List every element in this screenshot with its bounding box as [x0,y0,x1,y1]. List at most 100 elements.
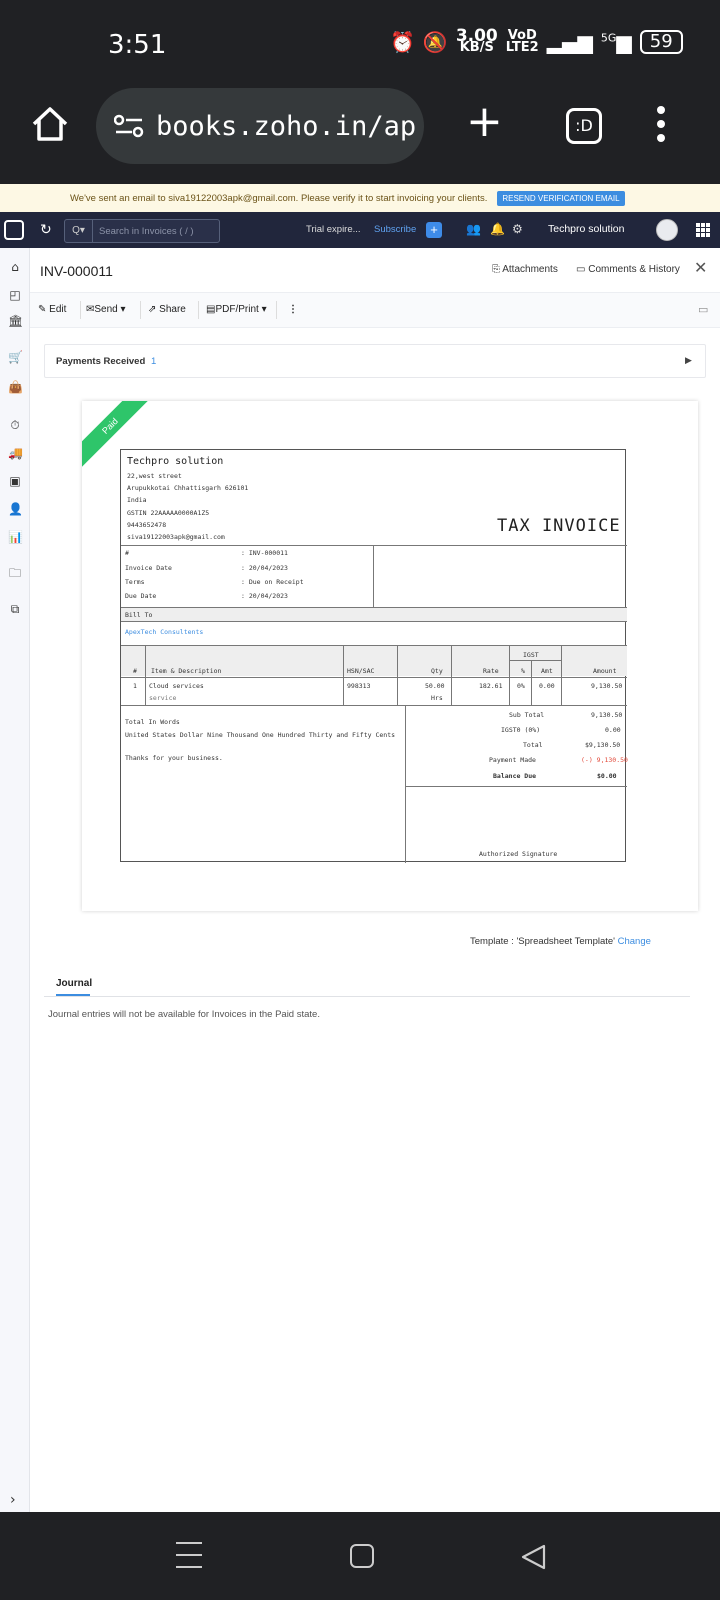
col-header-igst: IGST [523,651,539,659]
edit-button[interactable]: ✎ Edit [38,304,66,315]
total-value: $9,130.50 [585,741,621,749]
subtotal-value: 9,130.50 [591,711,623,719]
banking-nav-icon[interactable]: 🏛 [8,314,23,328]
meta-value: : 20/04/2023 [241,564,288,572]
apps-nav-icon[interactable]: ⧉ [8,602,22,616]
authorized-signature-label: Authorized Signature [479,850,558,858]
avatar[interactable] [656,219,678,241]
gst-filing-nav-icon[interactable]: ▣ [8,474,22,488]
page-title: INV-000011 [40,263,113,279]
invoice-detail-panel: INV-000011 ⎘ Attachments ▭ Comments & Hi… [30,248,720,1512]
mute-icon: 🔕 [422,30,448,54]
address-bar[interactable]: books.zoho.in/ap [96,88,424,164]
document-title: TAX INVOICE [497,516,621,536]
line-item-tax-pct: 0% [517,682,525,690]
back-icon[interactable] [520,1543,546,1571]
search-input[interactable]: Search in Invoices ( / ) [93,226,194,237]
status-icons: ⏰ 🔕 3.00 KB/S VoD LTE2 ▂▄▆ 5G▆ 59 [390,28,683,55]
tab-journal[interactable]: Journal [56,978,92,989]
payments-count-badge: 1 [151,356,157,367]
app-header: ↻ Q▾ Search in Invoices ( / ) Trial expi… [0,212,720,248]
line-item-tax-amt: 0.00 [539,682,555,690]
home-icon[interactable] [30,104,70,144]
igst-value: 0.00 [605,726,621,734]
company-country: India [127,496,147,504]
col-header-num: # [133,667,137,675]
documents-nav-icon[interactable]: 🗀 [8,566,22,580]
items-nav-icon[interactable]: ◰ [8,288,22,302]
line-item-unit: Hrs [431,694,443,702]
expand-sidebar-icon[interactable]: › [10,1492,16,1508]
time-tracking-nav-icon[interactable]: ⏱ [8,418,22,432]
subtotal-label: Sub Total [509,711,545,719]
col-header-rate: Rate [483,667,499,675]
customer-name[interactable]: ApexTech Consultents [125,628,203,636]
users-icon[interactable]: 👥 [466,222,481,236]
expand-arrow-icon[interactable]: ▶ [685,355,692,366]
quick-create-button[interactable]: + [426,222,442,238]
alarm-icon: ⏰ [390,30,415,54]
meta-label: Terms [125,578,145,586]
comments-history-button[interactable]: ▭ Comments & History [576,264,680,275]
verification-banner: We've sent an email to siva19122003apk@g… [0,184,720,212]
meta-value: : INV-000011 [241,549,288,557]
tab-switcher-icon[interactable]: :D [566,108,602,144]
battery-indicator: 59 [639,30,683,54]
zoho-books-logo-icon[interactable] [4,220,24,240]
company-email: siva19122003apk@gmail.com [127,533,225,541]
status-bar: 3:51 ⏰ 🔕 3.00 KB/S VoD LTE2 ▂▄▆ 5G▆ 59 [0,0,720,88]
close-icon[interactable]: ✕ [694,258,707,277]
payments-received-panel[interactable]: Payments Received 1 ▶ [44,344,706,378]
send-button[interactable]: ✉Send ▾ [86,304,126,315]
recent-activity-icon[interactable]: ↻ [40,221,52,238]
left-sidebar: ⌂ ◰ 🏛 🛒 👜 ⏱ 🚚 ▣ 👤 📊 🗀 ⧉ [0,248,30,1512]
sales-nav-icon[interactable]: 🛒 [8,350,23,364]
search-icon[interactable]: Q▾ [65,220,93,242]
col-header-qty: Qty [431,667,443,675]
change-template-link[interactable]: Change [618,936,651,947]
balance-due-label: Balance Due [493,772,537,780]
meta-label: Due Date [125,592,157,600]
home-nav-icon[interactable]: ⌂ [8,260,22,274]
recent-apps-icon[interactable] [176,1542,202,1568]
attachments-button[interactable]: ⎘ Attachments [492,264,558,275]
resend-verification-button[interactable]: RESEND VERIFICATION EMAIL [497,190,625,206]
browser-menu-icon[interactable] [656,106,666,142]
search-box[interactable]: Q▾ Search in Invoices ( / ) [64,219,220,243]
payments-received-label: Payments Received [56,356,146,367]
tab-divider [44,996,690,997]
reports-nav-icon[interactable]: 📊 [8,530,23,544]
eway-bills-nav-icon[interactable]: 🚚 [8,446,23,460]
line-item-num: 1 [133,682,137,690]
url-text[interactable]: books.zoho.in/ap [156,111,416,142]
pdf-print-button[interactable]: ▤PDF/Print ▾ [206,304,267,315]
volte-indicator: VoD LTE2 [505,28,539,55]
system-home-icon[interactable] [350,1544,374,1568]
line-item-name: Cloud services [149,682,204,690]
chat-icon[interactable]: ▭ [698,303,708,316]
company-gstin: GSTIN 22AAAAA0000A1Z5 [127,509,210,517]
notification-bell-icon[interactable]: 🔔 [490,222,505,236]
balance-due-value: $0.00 [597,772,617,780]
settings-gear-icon[interactable]: ⚙ [512,222,523,236]
meta-value: : 20/04/2023 [241,592,288,600]
col-header-amt: Amt [541,667,553,675]
subscribe-link[interactable]: Subscribe [374,224,416,235]
app-launcher-icon[interactable] [696,223,710,237]
more-options-icon[interactable]: ⋮ [288,304,298,315]
meta-label: Invoice Date [125,564,172,572]
purchases-nav-icon[interactable]: 👜 [8,380,23,394]
share-icon: ⇗ [148,304,160,315]
accountant-nav-icon[interactable]: 👤 [8,502,23,516]
journal-message: Journal entries will not be available fo… [48,1009,320,1020]
line-item-qty: 50.00 [425,682,445,690]
bill-to-label: Bill To [125,611,153,619]
invoice-toolbar: ✎ Edit ✉Send ▾ ⇗ Share ▤PDF/Print ▾ ⋮ ▭ [30,292,720,328]
new-tab-icon[interactable]: + [466,100,503,144]
meta-value: : Due on Receipt [241,578,304,586]
organization-switcher[interactable]: Techpro solution [548,223,624,235]
meta-label: # [125,549,129,557]
paperclip-icon: ⎘ [492,264,503,275]
share-button[interactable]: ⇗ Share [148,304,186,315]
site-settings-icon[interactable] [114,114,144,138]
